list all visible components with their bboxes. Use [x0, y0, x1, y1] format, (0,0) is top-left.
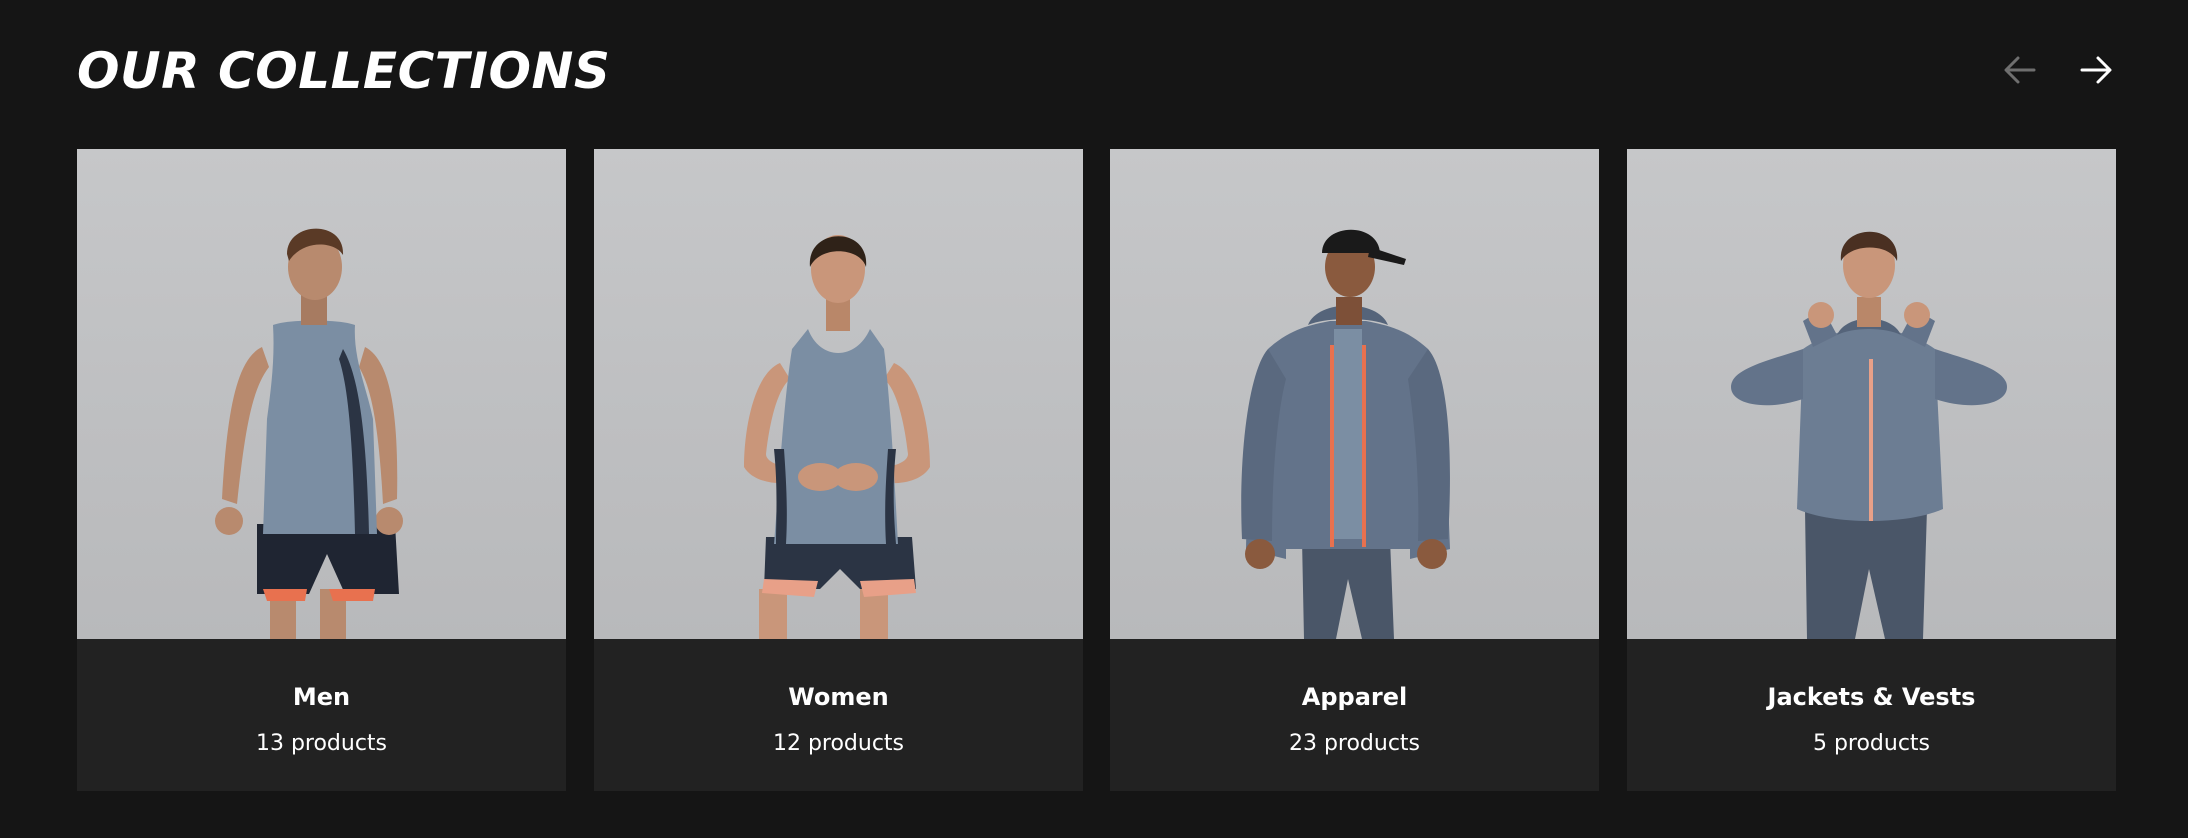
collection-info-women: Women 12 products — [594, 639, 1083, 791]
collections-carousel: Men 13 products Women 12 products Appare… — [77, 149, 2116, 791]
previous-button[interactable] — [1998, 48, 2042, 92]
collections-section: OUR COLLECTIONS Men 13 products Women 12… — [0, 0, 2188, 838]
collection-name[interactable]: Men — [77, 681, 566, 713]
collection-count: 23 products — [1288, 731, 1421, 756]
collection-info-men: Men 13 products — [77, 639, 566, 791]
arrow-left-icon — [2004, 56, 2036, 84]
collection-image-jackets-vests[interactable] — [1627, 149, 2116, 639]
section-title: OUR COLLECTIONS — [77, 42, 611, 100]
collection-info-apparel: Apparel 23 products — [1110, 639, 1599, 791]
collection-name[interactable]: Jackets & Vests — [1627, 681, 2116, 713]
collection-name[interactable]: Apparel — [1110, 681, 1599, 713]
collection-count: 5 products — [1812, 731, 1931, 756]
collection-card-women[interactable]: Women 12 products — [594, 149, 1083, 791]
collection-image-women[interactable] — [594, 149, 1083, 639]
collection-info-jackets-vests: Jackets & Vests 5 products — [1627, 639, 2116, 791]
collection-card-apparel[interactable]: Apparel 23 products — [1110, 149, 1599, 791]
collection-count: 12 products — [772, 731, 905, 756]
collection-image-apparel[interactable] — [1110, 149, 1599, 639]
collection-count: 13 products — [255, 731, 388, 756]
collection-card-jackets-vests[interactable]: Jackets & Vests 5 products — [1627, 149, 2116, 791]
next-button[interactable] — [2074, 48, 2118, 92]
collection-name[interactable]: Women — [594, 681, 1083, 713]
collection-card-men[interactable]: Men 13 products — [77, 149, 566, 791]
collection-image-men[interactable] — [77, 149, 566, 639]
arrow-right-icon — [2080, 56, 2112, 84]
